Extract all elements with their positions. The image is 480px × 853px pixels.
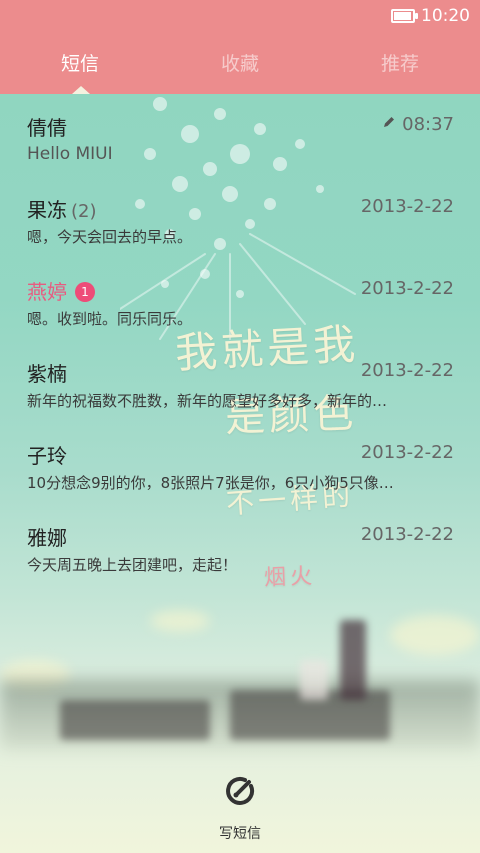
contact-name-text: 果冻 <box>27 198 67 222</box>
contact-name-text: 燕婷 <box>27 280 67 304</box>
wallpaper-figure <box>340 620 366 700</box>
draft-pencil-icon <box>384 117 395 127</box>
contact-name: 雅娜 <box>27 526 67 550</box>
contact-name: 子玲 <box>27 444 67 468</box>
wallpaper-figure <box>300 660 328 700</box>
tab-recommended[interactable]: 推荐 <box>320 34 480 94</box>
message-date: 2013-2-22 <box>360 196 454 217</box>
contact-name: 果冻 (2) <box>27 194 97 223</box>
message-preview: 嗯，今天会回去的早点。 <box>27 228 193 246</box>
compose-icon <box>226 776 255 805</box>
message-time: 08:37 <box>382 114 454 135</box>
battery-icon <box>391 9 418 23</box>
message-preview: 今天周五晚上去团建吧，走起！ <box>27 556 238 574</box>
status-time: 10:20 <box>421 6 470 26</box>
message-count: (2) <box>71 201 97 222</box>
message-date: 2013-2-22 <box>360 278 454 299</box>
contact-name: 倩倩 <box>27 116 67 140</box>
message-preview: 新年的祝福数不胜数，新年的愿望好多好多，新年的… <box>27 392 388 410</box>
conversation-row[interactable]: 倩倩 08:37 Hello MIUI <box>0 94 480 176</box>
compose-button[interactable]: 写短信 <box>190 770 290 842</box>
conversation-row[interactable]: 雅娜 2013-2-22 今天周五晚上去团建吧，走起！ <box>0 504 480 586</box>
conversation-row[interactable]: 果冻 (2) 2013-2-22 嗯，今天会回去的早点。 <box>0 176 480 258</box>
message-preview: Hello MIUI <box>27 144 113 164</box>
contact-name: 燕婷 1 <box>27 276 95 305</box>
tab-bar: 短信 收藏 推荐 <box>0 34 480 94</box>
message-preview: 嗯。收到啦。同乐同乐。 <box>27 310 193 328</box>
unread-badge: 1 <box>75 282 95 302</box>
message-date: 2013-2-22 <box>360 360 454 381</box>
wallpaper-building <box>60 700 210 740</box>
message-date: 08:37 <box>402 114 454 135</box>
active-tab-indicator <box>72 86 90 94</box>
tab-favorites[interactable]: 收藏 <box>160 34 320 94</box>
conversation-row[interactable]: 紫楠 2013-2-22 新年的祝福数不胜数，新年的愿望好多好多，新年的… <box>0 340 480 422</box>
conversation-row[interactable]: 子玲 2013-2-22 10分想念9别的你，8张照片7张是你，6只小狗5只像… <box>0 422 480 504</box>
status-bar: 10:20 <box>0 0 480 34</box>
cloud <box>150 610 210 632</box>
message-preview: 10分想念9别的你，8张照片7张是你，6只小狗5只像… <box>27 474 394 492</box>
message-date: 2013-2-22 <box>360 442 454 463</box>
compose-label: 写短信 <box>219 826 261 842</box>
cloud <box>390 615 480 655</box>
tab-messages[interactable]: 短信 <box>0 34 160 94</box>
message-date: 2013-2-22 <box>360 524 454 545</box>
messaging-screen: 我就是我 是颜色 不一样的 烟火 10:20 短信 收藏 推荐 倩倩 08:37… <box>0 0 480 853</box>
contact-name: 紫楠 <box>27 362 67 386</box>
conversation-row[interactable]: 燕婷 1 2013-2-22 嗯。收到啦。同乐同乐。 <box>0 258 480 340</box>
